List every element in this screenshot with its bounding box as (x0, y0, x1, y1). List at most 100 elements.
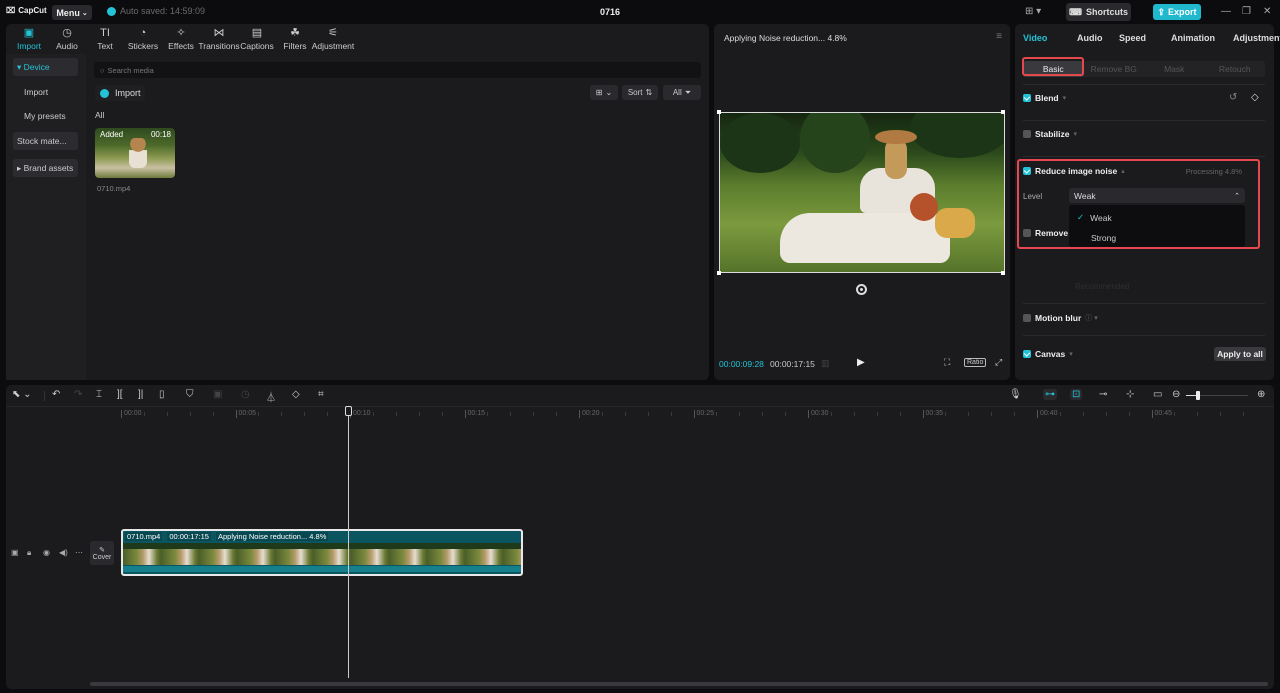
dropdown-option-strong[interactable]: Strong (1091, 233, 1116, 243)
video-preview[interactable] (719, 112, 1005, 273)
reset-icon[interactable]: ↺ (1229, 92, 1237, 103)
subtab-mask[interactable]: Mask (1144, 61, 1205, 77)
lock-icon[interactable]: 🔒︎ (27, 548, 31, 558)
shortcuts-button[interactable]: ⌨ Shortcuts (1066, 3, 1131, 21)
resize-handle[interactable] (717, 110, 721, 114)
select-tool-icon[interactable]: ⬉ ⌄ (12, 389, 32, 400)
resize-handle[interactable] (1001, 271, 1005, 275)
remove-section[interactable]: Remove (1023, 228, 1068, 238)
freeze-icon[interactable]: ▣ (213, 389, 222, 400)
more-icon[interactable]: ⋯ (75, 548, 83, 557)
export-button[interactable]: ⇪ Export (1153, 4, 1201, 20)
subtab-retouch[interactable]: Retouch (1205, 61, 1266, 77)
eye-icon[interactable]: ◉ (43, 548, 50, 557)
video-clip[interactable]: 0710.mp4 00:00:17:15 Applying Noise redu… (121, 529, 523, 576)
redo-icon[interactable]: ↷ (74, 389, 82, 400)
dropdown-option-weak[interactable]: ✓ Weak (1077, 212, 1112, 223)
tab-audio[interactable]: Audio (1077, 33, 1119, 43)
main-track-magnet-icon[interactable]: ⊶ (1043, 389, 1057, 400)
layout-icon[interactable]: ⊞ ▾ (1025, 6, 1041, 17)
sidebar-item-mypresets[interactable]: My presets (13, 107, 78, 125)
subtab-remove-bg[interactable]: Remove BG (1084, 61, 1145, 77)
time-ruler[interactable]: 00:00 00:05 00:10 00:15 00:20 00:25 00:30 00:35… (6, 406, 1274, 420)
reduce-noise-section[interactable]: Reduce image noise ▴ (1023, 166, 1125, 176)
import-button[interactable]: Import (95, 85, 145, 101)
sidebar-item-stockmate[interactable]: Stock mate... (13, 132, 78, 150)
resize-handle[interactable] (1001, 110, 1005, 114)
restore-icon[interactable]: ❐ (1242, 6, 1251, 17)
canvas-checkbox[interactable] (1023, 350, 1031, 358)
split-left-icon[interactable]: ][ (117, 389, 123, 400)
stabilize-section[interactable]: Stabilize ▾ (1023, 129, 1077, 139)
marker-icon[interactable]: ⛉ (186, 389, 194, 400)
zoom-slider[interactable] (1186, 391, 1248, 400)
motion-blur-section[interactable]: Motion blur ⓘ ▾ (1023, 313, 1098, 323)
tab-adjustment[interactable]: ⚟ Adjustment (312, 24, 355, 52)
ratio-button[interactable]: Ratio (964, 358, 987, 367)
remove-checkbox[interactable] (1023, 229, 1031, 237)
undo-icon[interactable]: ↶ (52, 389, 60, 400)
blend-section[interactable]: Blend ▾ (1023, 93, 1066, 103)
zoom-out-icon[interactable]: ⊖ (1172, 389, 1180, 400)
mirror-icon[interactable]: ⏃ (266, 389, 276, 404)
apply-to-all-button[interactable]: Apply to all (1214, 347, 1266, 361)
sidebar-item-import[interactable]: Import (13, 83, 78, 101)
playhead-handle[interactable] (345, 406, 352, 416)
play-button[interactable]: ▶ (857, 357, 865, 368)
split-right-icon[interactable]: ]| (138, 389, 143, 400)
tab-stickers[interactable]: ◔ Stickers (124, 24, 162, 52)
tab-adjustment[interactable]: Adjustment (1233, 33, 1280, 43)
close-icon[interactable]: ✕ (1263, 6, 1271, 17)
link-icon[interactable]: ⊸ (1099, 389, 1107, 400)
media-thumbnail[interactable]: Added 00:18 (95, 128, 175, 178)
canvas-section[interactable]: Canvas ▾ (1023, 349, 1073, 359)
media-panel: ▣ Import ◷ Audio TI Text ◔ Stickers ✧ Effects ⋈ Tra… (6, 24, 709, 380)
tab-speed[interactable]: Speed (1119, 33, 1171, 43)
hamburger-icon[interactable]: ≡ (996, 31, 1002, 42)
tab-effects[interactable]: ✧ Effects (162, 24, 200, 52)
zoom-slider-handle[interactable] (1196, 391, 1200, 400)
tab-text[interactable]: TI Text (86, 24, 124, 52)
view-mode-button[interactable]: ⊞ ⌄ (590, 85, 618, 100)
crop-icon[interactable]: ⌗ (318, 389, 324, 400)
horizontal-scrollbar[interactable] (90, 682, 1268, 686)
rotate-icon[interactable] (856, 284, 867, 295)
delete-icon[interactable]: ▯ (159, 389, 165, 400)
thumbnail-toggle-icon[interactable]: ▭ (1153, 389, 1162, 400)
blend-checkbox[interactable] (1023, 94, 1031, 102)
sort-button[interactable]: Sort ⇅ (622, 85, 658, 100)
sidebar-item-brandassets[interactable]: ▸ Brand assets (13, 159, 78, 177)
reverse-icon[interactable]: ◷ (241, 389, 250, 400)
sidebar-item-device[interactable]: ▾ Device (13, 58, 78, 76)
playhead[interactable] (348, 407, 349, 678)
resize-handle[interactable] (717, 271, 721, 275)
tab-animation[interactable]: Animation (1171, 33, 1233, 43)
split-icon[interactable]: ⌶ (96, 389, 102, 400)
keyframe-icon[interactable]: ◇ (1251, 92, 1259, 103)
tab-transitions[interactable]: ⋈ Transitions (198, 24, 239, 52)
preview-axis-icon[interactable]: ⊹ (1126, 389, 1134, 400)
auto-snap-icon[interactable]: ⊡ (1070, 389, 1083, 400)
zoom-in-icon[interactable]: ⊕ (1257, 389, 1265, 400)
tab-captions[interactable]: ▤ Captions (238, 24, 276, 52)
tab-video[interactable]: Video (1023, 33, 1077, 43)
fullscreen-icon[interactable]: ⤢ (995, 357, 1002, 368)
player-title: Applying Noise reduction... 4.8% (724, 33, 847, 43)
cover-button[interactable]: ✎ Cover (90, 541, 114, 565)
search-input[interactable]: ○ Search media (94, 62, 701, 78)
motion-blur-checkbox[interactable] (1023, 314, 1031, 322)
menu-button[interactable]: Menu ⌄ (52, 5, 92, 20)
microphone-icon[interactable]: 🎙︎ (1009, 389, 1022, 400)
level-select[interactable]: Weak ⌃ (1069, 188, 1245, 203)
mute-icon[interactable]: ◀) (59, 548, 68, 557)
minimize-icon[interactable]: — (1221, 6, 1231, 17)
reduce-noise-checkbox[interactable] (1023, 167, 1031, 175)
tab-audio[interactable]: ◷ Audio (48, 24, 86, 52)
track-video-icon[interactable]: ▣ (11, 548, 19, 557)
stabilize-checkbox[interactable] (1023, 130, 1031, 138)
filter-button[interactable]: All ⏷ (663, 85, 701, 100)
tab-filters[interactable]: ☘ Filters (276, 24, 314, 52)
rotate-clip-icon[interactable]: ◇ (292, 389, 300, 400)
zoom-fit-icon[interactable]: ⛶ (944, 357, 950, 368)
tab-import[interactable]: ▣ Import (10, 24, 48, 52)
